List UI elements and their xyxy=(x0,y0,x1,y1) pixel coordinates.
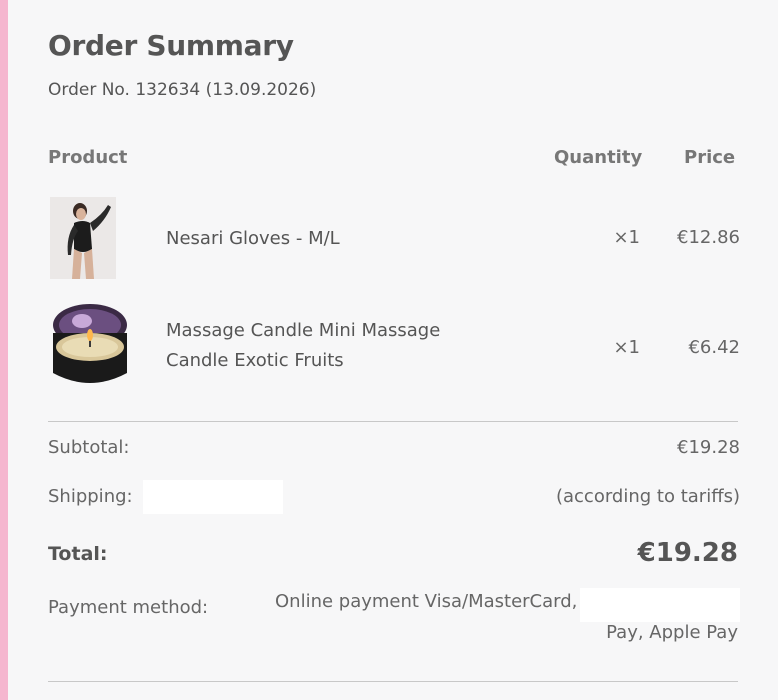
order-summary: Order Summary Order No. 132634 (13.09.20… xyxy=(48,0,740,700)
shipping-value: (according to tariffs) xyxy=(555,486,740,507)
item-name: Nesari Gloves - M/L xyxy=(166,228,340,249)
column-header-product: Product xyxy=(48,147,128,168)
product-image xyxy=(53,304,127,383)
page-title: Order Summary xyxy=(48,29,294,62)
redaction-box xyxy=(580,588,740,622)
item-quantity: ×1 xyxy=(613,227,640,248)
redaction-box xyxy=(143,480,283,514)
divider xyxy=(48,421,738,422)
item-price: €6.42 xyxy=(688,337,740,358)
column-header-price: Price xyxy=(684,147,736,168)
divider xyxy=(48,681,738,682)
accent-bar xyxy=(0,0,8,700)
item-name-line: Massage Candle Mini Massage xyxy=(166,320,441,341)
subtotal-label: Subtotal: xyxy=(48,437,130,458)
product-image xyxy=(50,197,116,279)
item-quantity: ×1 xyxy=(613,337,640,358)
payment-method-label: Payment method: xyxy=(48,597,209,618)
item-name: Massage Candle Mini Massage Candle Exoti… xyxy=(166,316,440,376)
total-label: Total: xyxy=(48,543,108,565)
order-number: Order No. 132634 (13.09.2026) xyxy=(48,80,317,100)
product-thumbnail-candle xyxy=(52,303,128,387)
order-item-row: Massage Candle Mini Massage Candle Exoti… xyxy=(48,303,740,391)
shipping-label: Shipping: xyxy=(48,486,133,507)
total-value: €19.28 xyxy=(637,538,738,568)
item-price: €12.86 xyxy=(677,227,740,248)
column-header-quantity: Quantity xyxy=(554,147,643,168)
payment-method-value: Online payment Visa/MasterCard, xyxy=(275,591,578,612)
product-thumbnail-gloves xyxy=(50,197,116,279)
order-item-row: Nesari Gloves - M/L ×1 €12.86 xyxy=(48,197,740,281)
item-name-line: Candle Exotic Fruits xyxy=(166,350,344,371)
subtotal-value: €19.28 xyxy=(677,437,740,458)
payment-method-value-cont: Pay, Apple Pay xyxy=(606,622,738,643)
